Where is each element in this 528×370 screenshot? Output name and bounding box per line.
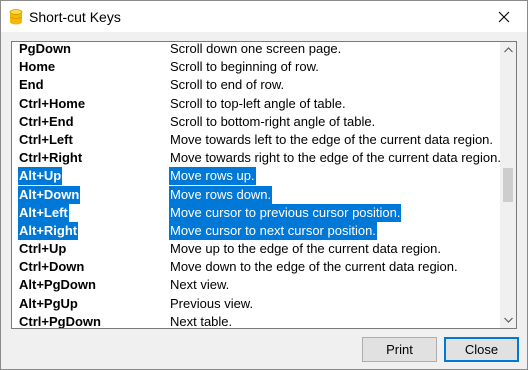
- shortcut-key: Alt+Up: [18, 167, 63, 186]
- shortcut-key: Alt+Left: [18, 203, 69, 222]
- window-title: Short-cut Keys: [29, 9, 121, 25]
- shortcut-key: Ctrl+Down: [19, 259, 85, 275]
- list-item[interactable]: Alt+Down Move rows down.: [12, 185, 500, 204]
- database-cylinder-icon: [9, 9, 23, 25]
- shortcut-key: Ctrl+Home: [19, 95, 86, 111]
- shortcut-key: Alt+PgDown: [19, 277, 96, 293]
- shortcut-description: Move cursor to previous cursor position.: [169, 203, 402, 222]
- list-item[interactable]: Ctrl+Right Move towards right to the edge…: [12, 149, 501, 167]
- shortcut-key: Ctrl+End: [19, 113, 74, 129]
- shortcut-description: Move towards right to the edge of the cu…: [170, 150, 501, 166]
- shortcut-description: Scroll to beginning of row.: [170, 59, 319, 75]
- list-item[interactable]: End Scroll to end of row.: [12, 76, 500, 94]
- shortcut-description: Move rows down.: [169, 185, 273, 204]
- shortcut-description: Move rows up.: [169, 167, 256, 186]
- shortcut-description: Next table.: [170, 313, 233, 329]
- list-item[interactable]: Ctrl+End Scroll to bottom-right angle of …: [12, 113, 500, 131]
- shortcut-description: Move towards left to the edge of the cur…: [170, 131, 494, 147]
- list-item[interactable]: Ctrl+Left Move towards left to the edge o…: [12, 131, 500, 149]
- shortcut-list[interactable]: PgDown Scroll down one screen page. Home Sc…: [11, 41, 517, 329]
- list-item[interactable]: Ctrl+Up Move up to the edge of the curren…: [12, 240, 500, 258]
- list-item[interactable]: PgDown Scroll down one screen page.: [12, 41, 500, 58]
- shortcut-description: Move down to the edge of the current dat…: [170, 259, 458, 275]
- scroll-up-arrow-icon[interactable]: [500, 42, 516, 58]
- shortcut-description: Next view.: [170, 277, 230, 293]
- shortcut-keys-dialog: Short-cut Keys PgDown Scroll down one scr…: [0, 0, 528, 370]
- list-item[interactable]: Alt+Up Move rows up.: [12, 167, 500, 186]
- shortcut-description: Move cursor to next cursor position.: [169, 221, 377, 240]
- shortcut-key: Ctrl+PgDown: [19, 313, 101, 329]
- list-item[interactable]: Home Scroll to beginning of row.: [12, 58, 500, 76]
- close-button[interactable]: Close: [444, 337, 519, 362]
- close-icon[interactable]: [481, 1, 527, 32]
- vertical-scrollbar[interactable]: [500, 42, 516, 328]
- print-button[interactable]: Print: [362, 337, 437, 362]
- shortcut-key: Ctrl+Up: [19, 241, 67, 257]
- shortcut-key: Alt+Right: [18, 221, 79, 240]
- list-item[interactable]: Ctrl+Down Move down to the edge of the cu…: [12, 258, 500, 276]
- scroll-down-arrow-icon[interactable]: [500, 312, 516, 328]
- scrollbar-thumb[interactable]: [503, 168, 513, 202]
- list-item[interactable]: Alt+Left Move cursor to previous cursor p…: [12, 203, 500, 222]
- shortcut-rows: PgDown Scroll down one screen page. Home Sc…: [12, 41, 501, 329]
- shortcut-description: Move up to the edge of the current data …: [170, 241, 442, 257]
- shortcut-description: Scroll to bottom-right angle of table.: [170, 113, 376, 129]
- title-bar[interactable]: Short-cut Keys: [1, 1, 527, 32]
- list-item[interactable]: Ctrl+PgDown Next table.: [12, 313, 500, 329]
- shortcut-key: Alt+PgUp: [19, 295, 78, 311]
- shortcut-key: Alt+Down: [18, 185, 81, 204]
- shortcut-key: Home: [19, 59, 56, 75]
- shortcut-description: Previous view.: [170, 295, 254, 311]
- shortcut-key: End: [19, 77, 44, 93]
- list-item[interactable]: Alt+PgDown Next view.: [12, 276, 500, 294]
- shortcut-key: PgDown: [19, 41, 71, 56]
- shortcut-key: Ctrl+Left: [19, 131, 73, 147]
- shortcut-description: Scroll down one screen page.: [170, 41, 342, 56]
- list-item[interactable]: Alt+Right Move cursor to next cursor posi…: [12, 221, 500, 240]
- shortcut-key: Ctrl+Right: [19, 150, 83, 166]
- shortcut-description: Scroll to end of row.: [170, 77, 285, 93]
- shortcut-description: Scroll to top-left angle of table.: [170, 95, 346, 111]
- list-item[interactable]: Alt+PgUp Previous view.: [12, 295, 500, 313]
- list-item[interactable]: Ctrl+Home Scroll to top-left angle of tab…: [12, 95, 500, 113]
